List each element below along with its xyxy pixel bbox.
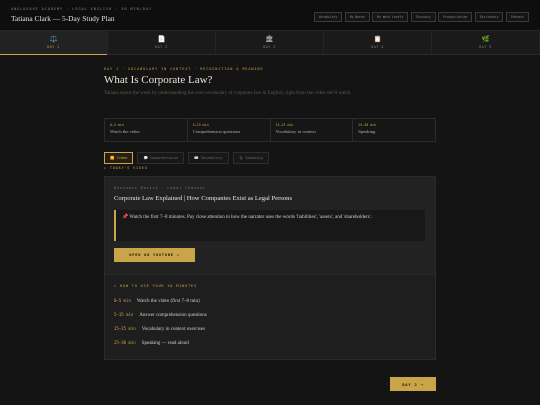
clipboard-icon: 📋 bbox=[373, 36, 382, 43]
brand-kicker: ANGLOSAXE ACADEMY · LEGAL ENGLISH · 30 M… bbox=[11, 7, 152, 11]
stat-block: 5–15 min Comprehension questions bbox=[188, 119, 271, 141]
plan-card: ▸ HOW TO USE YOUR 30 MINUTES 0–5 min Wat… bbox=[104, 274, 436, 360]
leaf-icon: 🌿 bbox=[481, 36, 490, 43]
subtab-label: Speaking bbox=[245, 156, 263, 160]
time-breakdown: 0–5 min Watch the video 5–15 min Compreh… bbox=[104, 118, 436, 142]
plan-title: ▸ HOW TO USE YOUR 30 MINUTES bbox=[114, 284, 197, 288]
nav-pill-work-levels[interactable]: My Work Levels bbox=[372, 12, 409, 22]
tab-label: DAY 3 bbox=[263, 45, 276, 49]
microphone-icon: 🎙 bbox=[238, 156, 244, 160]
tab-speaking[interactable]: 🎙 Speaking bbox=[232, 152, 269, 164]
speech-bubble-icon: 💬 bbox=[143, 156, 148, 160]
scales-icon: ⚖️ bbox=[49, 36, 58, 43]
subtab-label: Comprehension bbox=[150, 156, 179, 160]
stat-time: 5–15 min bbox=[192, 123, 209, 127]
app-header: ANGLOSAXE ACADEMY · LEGAL ENGLISH · 30 M… bbox=[0, 0, 540, 31]
next-day-button[interactable]: DAY 2 → bbox=[390, 377, 436, 391]
list-item: 15–25 min Vocabulary in context exercise… bbox=[114, 326, 205, 332]
building-icon: 🏛 bbox=[265, 36, 274, 43]
plan-time: 5–15 min bbox=[114, 312, 134, 317]
plan-time: 15–25 min bbox=[114, 326, 136, 331]
plan-time: 25–30 min bbox=[114, 340, 136, 345]
stat-time: 25–30 min bbox=[358, 123, 377, 127]
tab-label: DAY 1 bbox=[47, 45, 60, 49]
page-subtitle: Tatiana opens the week by understanding … bbox=[104, 91, 352, 96]
day-tabs: ⚖️ DAY 1 📄 DAY 2 🏛 DAY 3 📋 DAY 4 🌿 DAY 5 bbox=[0, 31, 540, 55]
stat-label: Vocabulary in context bbox=[275, 129, 316, 134]
plan-desc: Answer comprehension questions bbox=[139, 313, 207, 318]
header-nav: Vocabulary My Notes My Work Levels Gloss… bbox=[313, 12, 529, 22]
plan-desc: Vocabulary in context exercises bbox=[141, 327, 206, 332]
breadcrumb: DAY 1 · VOCABULARY IN CONTEXT · RECOGNIT… bbox=[104, 67, 264, 71]
tab-day-4[interactable]: 📋 DAY 4 bbox=[324, 31, 432, 54]
page-title: What Is Corporate Law? bbox=[104, 74, 213, 86]
stat-time: 15–25 min bbox=[275, 123, 294, 127]
tab-day-5[interactable]: 🌿 DAY 5 bbox=[432, 31, 540, 54]
nav-pill-vocabulary[interactable]: Vocabulary bbox=[313, 12, 343, 22]
stat-label: Watch the video bbox=[110, 129, 140, 134]
nav-pill-podcast[interactable]: Podcast bbox=[505, 12, 529, 22]
list-item: 5–15 min Answer comprehension questions bbox=[114, 312, 207, 318]
tab-day-2[interactable]: 📄 DAY 2 bbox=[108, 31, 216, 54]
subtab-label: Vocabulary bbox=[200, 156, 223, 160]
stat-block: 0–5 min Watch the video bbox=[105, 119, 188, 141]
tab-label: DAY 4 bbox=[371, 45, 384, 49]
tab-day-1[interactable]: ⚖️ DAY 1 bbox=[0, 31, 108, 55]
plan-desc: Watch the video (first 7–8 min) bbox=[136, 299, 200, 304]
list-item: 0–5 min Watch the video (first 7–8 min) bbox=[114, 298, 200, 304]
tab-label: DAY 5 bbox=[479, 45, 492, 49]
nav-pill-glossary[interactable]: Glossary bbox=[410, 12, 436, 22]
tab-video[interactable]: ▶️ Video bbox=[104, 152, 134, 164]
section-tabs: ▶️ Video 💬 Comprehension 📖 Vocabulary 🎙 … bbox=[104, 152, 269, 164]
tab-day-3[interactable]: 🏛 DAY 3 bbox=[216, 31, 324, 54]
tab-vocabulary[interactable]: 📖 Vocabulary bbox=[188, 152, 229, 164]
stat-time: 0–5 min bbox=[110, 123, 124, 127]
nav-pill-dictionary[interactable]: Dictionary bbox=[474, 12, 504, 22]
nav-pill-pronunciation[interactable]: Pronunciation bbox=[438, 12, 473, 22]
open-on-youtube-button[interactable]: OPEN ON YOUTUBE ↗ bbox=[114, 248, 195, 262]
book-icon: 📖 bbox=[194, 156, 199, 160]
nav-pill-notes[interactable]: My Notes bbox=[344, 12, 370, 22]
play-icon: ▶️ bbox=[110, 156, 115, 160]
stat-block: 25–30 min Speaking bbox=[353, 119, 435, 141]
plan-time: 0–5 min bbox=[114, 298, 131, 303]
video-meta: Business Basics · Legal Channel bbox=[114, 186, 206, 190]
stat-block: 15–25 min Vocabulary in context bbox=[271, 119, 354, 141]
page-brand-title: Tatiana Clark — 5-Day Study Plan bbox=[11, 14, 115, 23]
video-title: Corporate Law Explained | How Companies … bbox=[114, 195, 293, 202]
subtab-label: Video bbox=[116, 156, 128, 160]
plan-desc: Speaking — read aloud bbox=[141, 341, 189, 346]
stat-label: Comprehension questions bbox=[192, 129, 241, 134]
watch-tip: 📌 Watch the first 7–8 minutes. Pay close… bbox=[114, 210, 425, 241]
section-label-todays-video: ▸ TODAY'S VIDEO bbox=[104, 166, 148, 170]
stat-label: Speaking bbox=[358, 129, 376, 134]
tab-label: DAY 2 bbox=[155, 45, 168, 49]
tab-comprehension[interactable]: 💬 Comprehension bbox=[137, 152, 185, 164]
list-item: 25–30 min Speaking — read aloud bbox=[114, 340, 189, 346]
document-icon: 📄 bbox=[157, 36, 166, 43]
